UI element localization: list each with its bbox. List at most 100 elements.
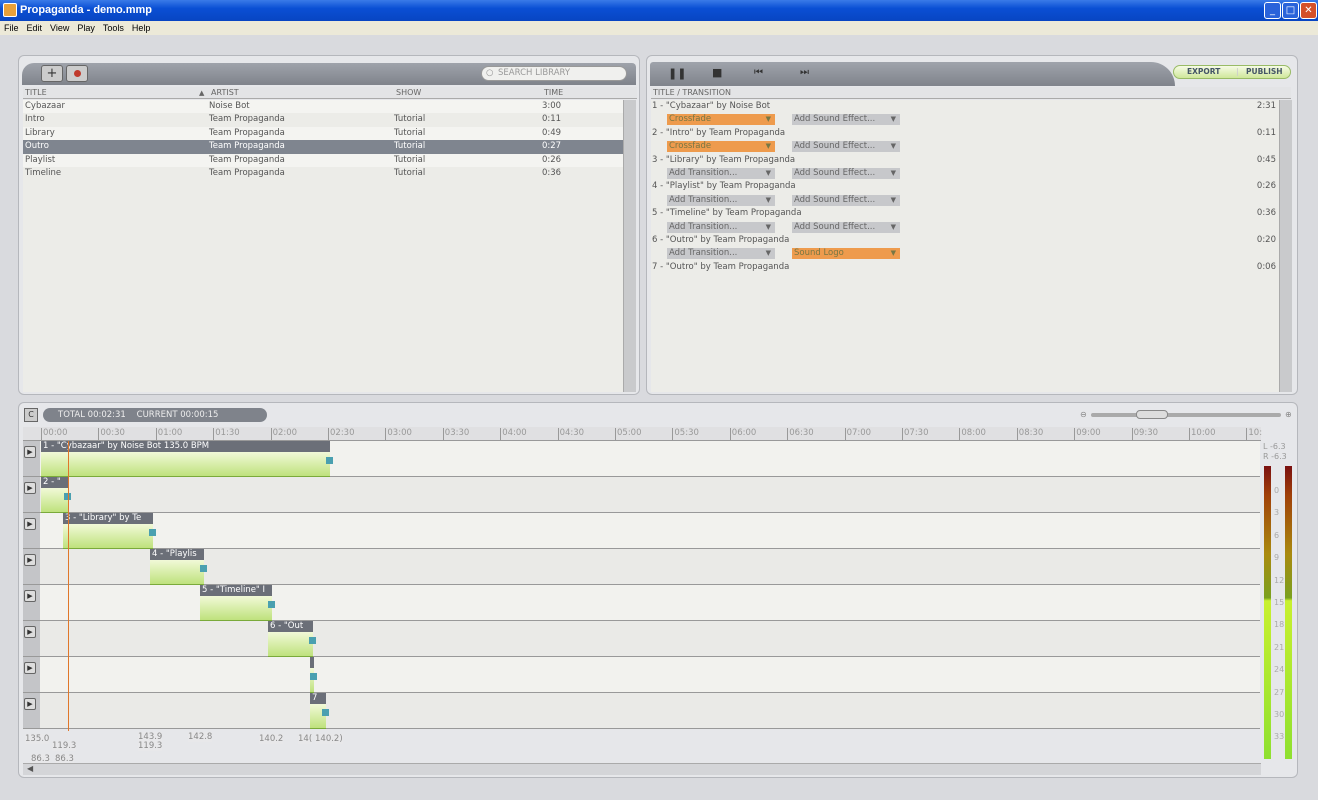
export-button[interactable]: EXPORT (1187, 66, 1220, 78)
playhead[interactable] (68, 441, 69, 731)
bpm-label[interactable]: 14( (298, 734, 313, 744)
menu-play[interactable]: Play (73, 23, 99, 33)
sound-effect-dropdown[interactable]: Sound Logo (792, 248, 900, 260)
track-play-button[interactable]: ▶ (24, 662, 36, 674)
ruler-tick-label: 00:00 (41, 428, 68, 440)
library-row[interactable]: Playlist Team Propaganda Tutorial 0:26 (23, 153, 623, 167)
timeline-track[interactable] (40, 513, 1260, 549)
ruler-tick-label: 08:00 (959, 428, 986, 440)
timeline-track[interactable] (40, 657, 1260, 693)
timeline-hscrollbar[interactable]: ◀ (23, 763, 1261, 775)
menu-view[interactable]: View (46, 23, 73, 33)
volume-handle[interactable] (310, 673, 317, 680)
sound-effect-dropdown[interactable]: Add Sound Effect... (792, 194, 900, 206)
bpm-label[interactable]: 135.0 (25, 734, 50, 744)
bpm-label[interactable]: 119.3 (138, 741, 163, 751)
transition-dropdown[interactable]: Add Transition... (667, 221, 775, 233)
audio-clip[interactable]: 3 - "Library" by Te (63, 513, 153, 549)
ruler-tick-label: 04:00 (500, 428, 527, 440)
meter-scale-label: 30 (1274, 710, 1285, 719)
volume-handle[interactable] (149, 529, 156, 536)
col-title[interactable]: TITLE (25, 87, 47, 99)
pause-button[interactable]: ❚❚ (668, 67, 686, 80)
timeline-track[interactable] (40, 693, 1260, 729)
bpm-label[interactable]: 140.2) (315, 734, 343, 744)
sound-effect-dropdown[interactable]: Add Sound Effect... (792, 114, 900, 126)
add-button[interactable]: + (41, 65, 63, 82)
track-play-button[interactable]: ▶ (24, 482, 36, 494)
playlist-item[interactable]: 4 - "Playlist" by Team Propaganda 0:26 (651, 180, 1279, 193)
title-cell: Outro (25, 141, 49, 152)
menu-edit[interactable]: Edit (23, 23, 47, 33)
col-time[interactable]: TIME (544, 87, 563, 99)
minimize-button[interactable]: _ (1264, 2, 1281, 19)
transition-dropdown[interactable]: Crossfade (667, 141, 775, 153)
track-play-button[interactable]: ▶ (24, 590, 36, 602)
timeline-track[interactable] (40, 477, 1260, 513)
menu-help[interactable]: Help (128, 23, 155, 33)
library-row[interactable]: Timeline Team Propaganda Tutorial 0:36 (23, 167, 623, 180)
sound-effect-dropdown[interactable]: Add Sound Effect... (792, 221, 900, 233)
transition-dropdown[interactable]: Add Transition... (667, 248, 775, 260)
library-row[interactable]: Outro Team Propaganda Tutorial 0:27 (23, 140, 623, 154)
playlist-item[interactable]: 1 - "Cybazaar" by Noise Bot 2:31 (651, 100, 1279, 113)
transition-dropdown[interactable]: Crossfade (667, 114, 775, 126)
playlist-item[interactable]: 2 - "Intro" by Team Propaganda 0:11 (651, 127, 1279, 140)
playlist-item[interactable]: 6 - "Outro" by Team Propaganda 0:20 (651, 234, 1279, 247)
ruler-tick-label: 02:00 (270, 428, 298, 440)
scroll-left-icon[interactable]: ◀ (27, 764, 33, 773)
playlist-item[interactable]: 3 - "Library" by Team Propaganda 0:45 (651, 154, 1279, 167)
col-show[interactable]: SHOW (396, 87, 421, 99)
col-artist[interactable]: ARTIST (211, 87, 239, 99)
library-row[interactable]: Library Team Propaganda Tutorial 0:49 (23, 126, 623, 141)
track-play-button[interactable]: ▶ (24, 446, 36, 458)
playlist-scrollbar[interactable] (1279, 100, 1292, 392)
ruler-tick-label: 01:00 (155, 428, 183, 440)
publish-button[interactable]: PUBLISH (1246, 66, 1283, 78)
zoom-slider[interactable] (1091, 410, 1281, 419)
playlist-item[interactable]: 5 - "Timeline" by Team Propaganda 0:36 (651, 207, 1279, 220)
previous-button[interactable]: ⏮ (754, 67, 763, 78)
zoom-out-icon[interactable]: ⊖ (1080, 410, 1087, 419)
transition-dropdown[interactable]: Add Transition... (667, 167, 775, 179)
bpm-label[interactable]: 119.3 (52, 741, 77, 751)
audio-clip[interactable]: 4 - "Playlis (150, 549, 204, 585)
c-button[interactable]: C (24, 408, 38, 422)
bpm-label[interactable]: 140.2 (259, 734, 284, 744)
track-play-button[interactable]: ▶ (24, 626, 36, 638)
track-play-button[interactable]: ▶ (24, 518, 36, 530)
track-play-button[interactable]: ▶ (24, 698, 36, 710)
record-button[interactable] (66, 65, 88, 82)
stop-button[interactable]: ■ (712, 66, 722, 79)
volume-handle[interactable] (326, 457, 333, 464)
search-input[interactable]: ○ SEARCH LIBRARY (481, 66, 627, 81)
library-row[interactable]: Cybazaar Noise Bot 3:00 (23, 100, 623, 114)
library-row[interactable]: Intro Team Propaganda Tutorial 0:11 (23, 113, 623, 126)
title-cell: Cybazaar (25, 101, 65, 111)
sound-effect-dropdown[interactable]: Add Sound Effect... (792, 167, 900, 179)
transition-dropdown[interactable]: Add Transition... (667, 194, 775, 206)
library-scrollbar[interactable] (623, 100, 636, 392)
track-play-button[interactable]: ▶ (24, 554, 36, 566)
menu-file[interactable]: File (0, 23, 23, 33)
menu-tools[interactable]: Tools (99, 23, 128, 33)
timeline-track[interactable] (40, 549, 1260, 585)
audio-clip[interactable]: 1 - "Cybazaar" by Noise Bot 135.0 BPM (41, 441, 330, 477)
maximize-button[interactable]: □ (1282, 2, 1299, 19)
ruler-tick-label: 09:30 (1131, 428, 1159, 440)
volume-handle[interactable] (322, 709, 329, 716)
audio-clip[interactable]: 5 - "Timeline" I (200, 585, 272, 621)
volume-handle[interactable] (309, 637, 316, 644)
zoom-slider-thumb[interactable] (1136, 410, 1168, 419)
time-cell: 0:36 (542, 167, 562, 178)
volume-handle[interactable] (200, 565, 207, 572)
sound-effect-dropdown[interactable]: Add Sound Effect... (792, 141, 900, 153)
timeline-track[interactable] (40, 621, 1260, 657)
zoom-in-icon[interactable]: ⊕ (1285, 410, 1292, 419)
close-button[interactable]: ✕ (1300, 2, 1317, 19)
volume-handle[interactable] (268, 601, 275, 608)
next-button[interactable]: ⏭ (800, 67, 809, 78)
playlist-item[interactable]: 7 - "Outro" by Team Propaganda 0:06 (651, 261, 1279, 274)
audio-clip[interactable]: 6 - "Out (268, 621, 313, 657)
bpm-label[interactable]: 142.8 (188, 732, 213, 742)
